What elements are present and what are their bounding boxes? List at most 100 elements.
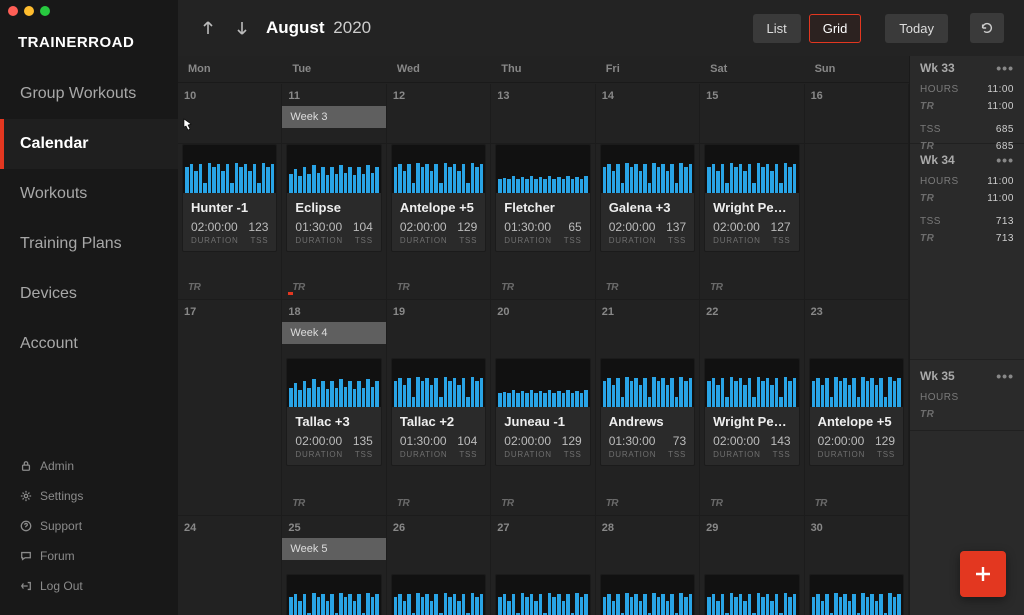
tr-badge: TR bbox=[501, 282, 513, 293]
workout-card[interactable] bbox=[809, 574, 904, 615]
workout-card[interactable]: Galena +3 02:00:00137 DURATIONTSS bbox=[600, 144, 695, 252]
prev-arrow-icon[interactable] bbox=[198, 18, 218, 38]
add-button[interactable] bbox=[960, 551, 1006, 597]
calendar-cell[interactable]: 25Week 5 bbox=[282, 516, 386, 615]
duration-label: DURATION bbox=[609, 450, 657, 459]
calendar-cell[interactable]: 18Week 4 Tallac +3 02:00:00135 DURATIONT… bbox=[282, 300, 386, 516]
calendar-cell[interactable]: Wright Pe… 02:00:00127 DURATIONTSS TR bbox=[700, 144, 804, 300]
sidebar-item-devices[interactable]: Devices bbox=[0, 269, 178, 319]
duration-label: DURATION bbox=[400, 450, 448, 459]
sidebar-item-account[interactable]: Account bbox=[0, 319, 178, 369]
sidebar-item-training-plans[interactable]: Training Plans bbox=[0, 219, 178, 269]
week-pill[interactable]: Week 3 bbox=[282, 106, 385, 128]
calendar-cell[interactable]: 15 bbox=[700, 84, 804, 144]
calendar-cell[interactable]: Eclipse 01:30:00104 DURATIONTSS TR bbox=[282, 144, 386, 300]
more-icon[interactable]: ••• bbox=[996, 60, 1014, 76]
calendar-cell[interactable]: 26 bbox=[387, 516, 491, 615]
calendar-cell[interactable]: Hunter -1 02:00:00123 DURATIONTSS TR bbox=[178, 144, 282, 300]
workout-duration: 02:00:00 bbox=[713, 434, 760, 448]
calendar-cell[interactable] bbox=[805, 144, 909, 300]
workout-name: Hunter -1 bbox=[191, 200, 268, 215]
workout-card[interactable]: Wright Pe… 02:00:00143 DURATIONTSS bbox=[704, 358, 799, 466]
calendar-cell[interactable]: 28 bbox=[596, 516, 700, 615]
workout-tss: 143 bbox=[771, 434, 791, 448]
calendar-cell[interactable]: 13 bbox=[491, 84, 595, 144]
tr-badge: TR bbox=[920, 101, 934, 112]
tr-badge: TR bbox=[397, 282, 409, 293]
zoom-dot[interactable] bbox=[40, 6, 50, 16]
workout-duration: 02:00:00 bbox=[400, 220, 447, 234]
calendar-cell[interactable]: 11Week 3 bbox=[282, 84, 386, 144]
workout-tss: 65 bbox=[568, 220, 581, 234]
workout-card[interactable]: Wright Pe… 02:00:00127 DURATIONTSS bbox=[704, 144, 799, 252]
calendar-cell[interactable]: 23 Antelope +5 02:00:00129 DURATIONTSS T… bbox=[805, 300, 909, 516]
workout-card[interactable]: Eclipse 01:30:00104 DURATIONTSS bbox=[286, 144, 381, 252]
hours-value-2: 11:00 bbox=[987, 101, 1014, 112]
workout-card[interactable] bbox=[495, 574, 590, 615]
sidebar: TRAINERROAD Group WorkoutsCalendarWorkou… bbox=[0, 0, 178, 615]
sidebar-item-settings[interactable]: Settings bbox=[0, 481, 178, 511]
calendar-cell[interactable]: Antelope +5 02:00:00129 DURATIONTSS TR bbox=[387, 144, 491, 300]
more-icon[interactable]: ••• bbox=[996, 368, 1014, 384]
day-header: Mon bbox=[178, 56, 282, 82]
calendar-cell[interactable]: 19 Tallac +2 01:30:00104 DURATIONTSS TR bbox=[387, 300, 491, 516]
sidebar-item-admin[interactable]: Admin bbox=[0, 451, 178, 481]
workout-card[interactable] bbox=[286, 574, 381, 615]
workout-card[interactable]: Fletcher 01:30:0065 DURATIONTSS bbox=[495, 144, 590, 252]
day-number: 13 bbox=[497, 90, 588, 102]
workout-duration: 02:00:00 bbox=[609, 220, 656, 234]
calendar-cell[interactable]: 22 Wright Pe… 02:00:00143 DURATIONTSS TR bbox=[700, 300, 804, 516]
next-arrow-icon[interactable] bbox=[232, 18, 252, 38]
sidebar-item-log-out[interactable]: Log Out bbox=[0, 571, 178, 601]
tss-label: TSS bbox=[564, 450, 582, 459]
week-pill[interactable]: Week 4 bbox=[282, 322, 385, 344]
tr-badge: TR bbox=[188, 282, 200, 293]
workout-card[interactable]: Antelope +5 02:00:00129 DURATIONTSS bbox=[809, 358, 904, 466]
duration-label: DURATION bbox=[818, 450, 866, 459]
close-dot[interactable] bbox=[8, 6, 18, 16]
grid-view-button[interactable]: Grid bbox=[809, 14, 862, 43]
workout-card[interactable] bbox=[600, 574, 695, 615]
day-number: 14 bbox=[602, 90, 693, 102]
more-icon[interactable]: ••• bbox=[996, 152, 1014, 168]
list-view-button[interactable]: List bbox=[753, 14, 801, 43]
calendar-cell[interactable]: 29 bbox=[700, 516, 804, 615]
tss-label: TSS bbox=[920, 216, 941, 227]
calendar-cell[interactable]: 21 Andrews 01:30:0073 DURATIONTSS TR bbox=[596, 300, 700, 516]
workout-card[interactable] bbox=[704, 574, 799, 615]
workout-card[interactable]: Tallac +3 02:00:00135 DURATIONTSS bbox=[286, 358, 381, 466]
day-number: 23 bbox=[811, 306, 902, 318]
week-summary: Wk 33•••HOURS11:00TR11:00TSS685TR685 bbox=[910, 56, 1024, 144]
day-number: 16 bbox=[811, 90, 902, 102]
calendar-cell[interactable]: 12 bbox=[387, 84, 491, 144]
calendar-cell[interactable]: Galena +3 02:00:00137 DURATIONTSS TR bbox=[596, 144, 700, 300]
calendar-cell[interactable]: 30 bbox=[805, 516, 909, 615]
calendar-cell[interactable]: 24 bbox=[178, 516, 282, 615]
sidebar-item-support[interactable]: Support bbox=[0, 511, 178, 541]
workout-card[interactable] bbox=[391, 574, 486, 615]
workout-chart bbox=[705, 359, 798, 407]
help-icon bbox=[20, 520, 32, 532]
calendar-cell[interactable]: 27 bbox=[491, 516, 595, 615]
week-pill[interactable]: Week 5 bbox=[282, 538, 385, 560]
refresh-button[interactable] bbox=[970, 13, 1004, 43]
sidebar-item-workouts[interactable]: Workouts bbox=[0, 169, 178, 219]
calendar-cell[interactable]: 20 Juneau -1 02:00:00129 DURATIONTSS TR bbox=[491, 300, 595, 516]
workout-card[interactable]: Andrews 01:30:0073 DURATIONTSS bbox=[600, 358, 695, 466]
calendar-cell[interactable]: Fletcher 01:30:0065 DURATIONTSS TR bbox=[491, 144, 595, 300]
calendar-cell[interactable]: 16 bbox=[805, 84, 909, 144]
workout-card[interactable]: Antelope +5 02:00:00129 DURATIONTSS bbox=[391, 144, 486, 252]
calendar-cell[interactable]: 14 bbox=[596, 84, 700, 144]
workout-card[interactable]: Juneau -1 02:00:00129 DURATIONTSS bbox=[495, 358, 590, 466]
workout-card[interactable]: Tallac +2 01:30:00104 DURATIONTSS bbox=[391, 358, 486, 466]
sidebar-item-group-workouts[interactable]: Group Workouts bbox=[0, 69, 178, 119]
calendar-cell[interactable]: 17 bbox=[178, 300, 282, 516]
today-button[interactable]: Today bbox=[885, 14, 948, 43]
sidebar-item-calendar[interactable]: Calendar bbox=[0, 119, 178, 169]
sidebar-item-forum[interactable]: Forum bbox=[0, 541, 178, 571]
sidebar-item-label: Support bbox=[40, 519, 82, 533]
calendar-cell[interactable]: 10 bbox=[178, 84, 282, 144]
workout-card[interactable]: Hunter -1 02:00:00123 DURATIONTSS bbox=[182, 144, 277, 252]
day-header: Tue bbox=[282, 56, 386, 82]
minimize-dot[interactable] bbox=[24, 6, 34, 16]
